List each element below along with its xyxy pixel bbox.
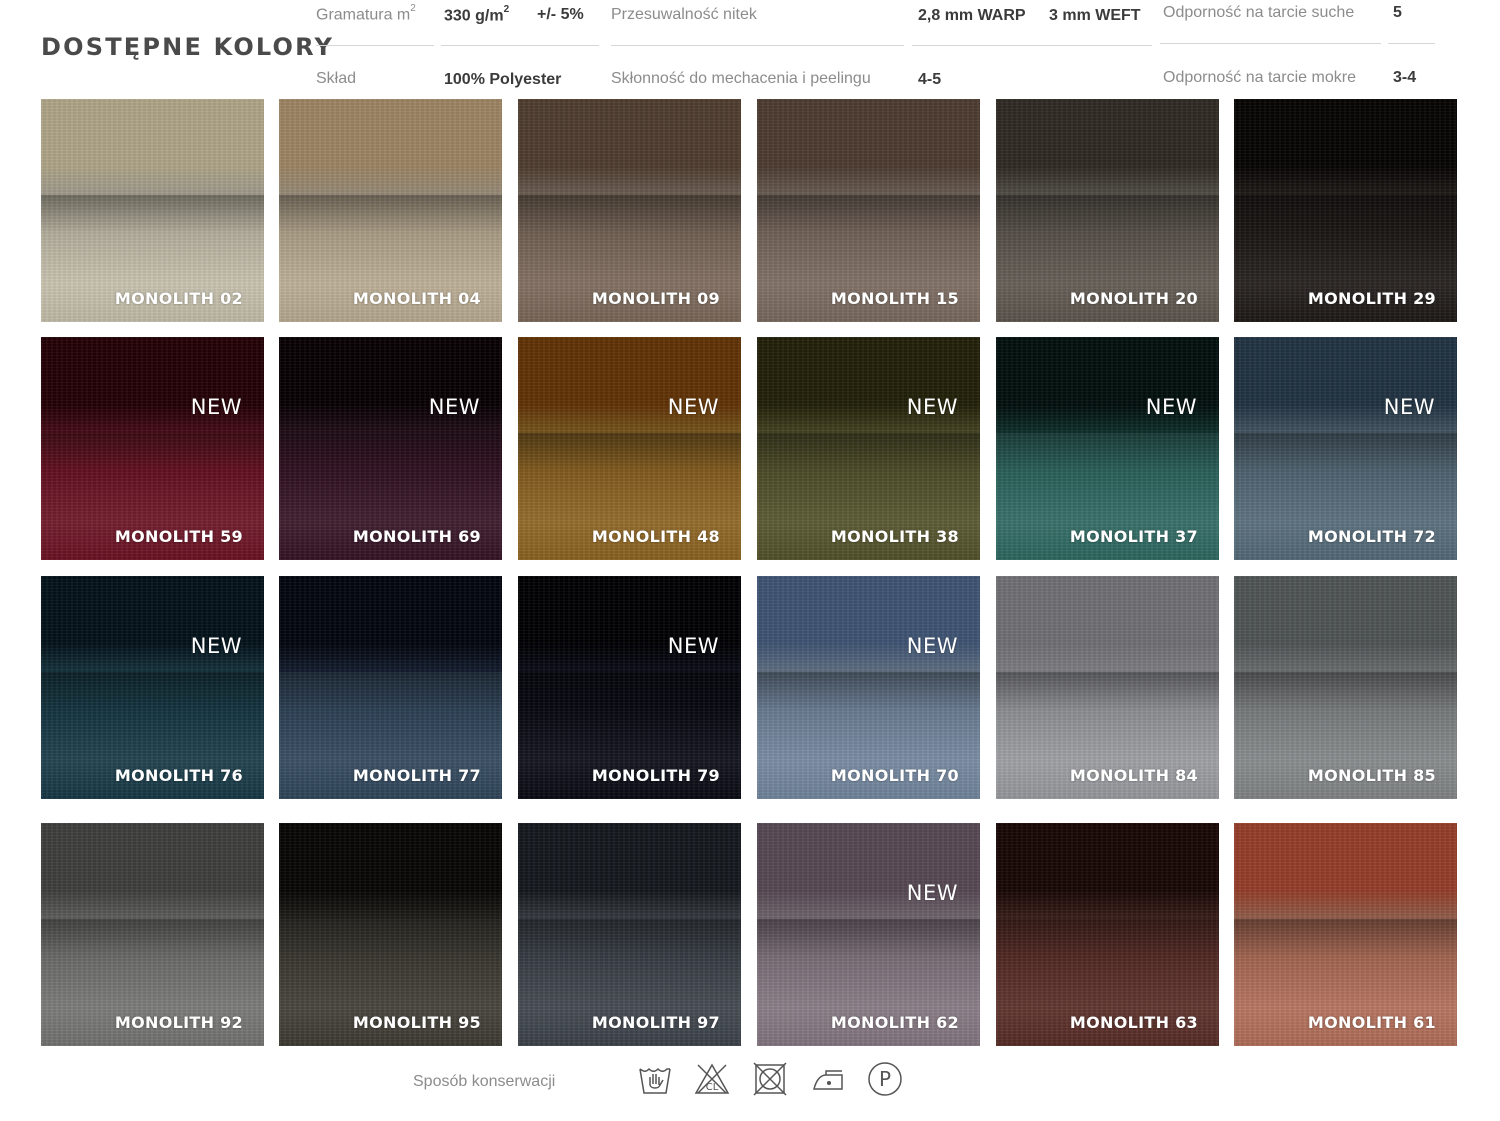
new-badge: NEW <box>906 881 958 905</box>
spec-divider <box>316 45 434 46</box>
svg-text:P: P <box>879 1067 891 1091</box>
color-swatch: MONOLITH 04 <box>279 99 502 322</box>
color-swatch: NEW MONOLITH 62 <box>757 823 980 1046</box>
spec-przesuwalnosc-label: Przesuwalność nitek <box>611 6 757 23</box>
new-badge: NEW <box>906 395 958 419</box>
color-swatch: NEW MONOLITH 70 <box>757 576 980 799</box>
color-swatch: MONOLITH 92 <box>41 823 264 1046</box>
swatch-name: MONOLITH 04 <box>352 289 481 308</box>
page-title: DOSTĘPNE KOLORY <box>41 33 335 61</box>
swatch-name: MONOLITH 63 <box>1069 1013 1198 1032</box>
color-swatch: MONOLITH 84 <box>996 576 1219 799</box>
spec-divider <box>1388 43 1435 44</box>
spec-divider <box>611 45 904 46</box>
swatch-name: MONOLITH 79 <box>591 766 720 785</box>
new-badge: NEW <box>1145 395 1197 419</box>
spec-sklad-label: Skład <box>316 70 357 87</box>
color-swatch: NEW MONOLITH 38 <box>757 337 980 560</box>
swatch-name: MONOLITH 38 <box>830 527 959 546</box>
color-swatch: MONOLITH 77 <box>279 576 502 799</box>
spec-tarcie-mokre-label: Odporność na tarcie mokre <box>1163 69 1356 86</box>
color-swatch: MONOLITH 61 <box>1234 823 1457 1046</box>
swatch-name: MONOLITH 48 <box>591 527 720 546</box>
swatch-name: MONOLITH 72 <box>1307 527 1436 546</box>
color-swatch: MONOLITH 63 <box>996 823 1219 1046</box>
color-swatch: MONOLITH 09 <box>518 99 741 322</box>
new-badge: NEW <box>190 634 242 658</box>
swatch-name: MONOLITH 77 <box>352 766 481 785</box>
spec-divider <box>441 45 599 46</box>
color-swatch: NEW MONOLITH 37 <box>996 337 1219 560</box>
new-badge: NEW <box>667 395 719 419</box>
spec-tarcie-suche-value: 5 <box>1393 4 1402 21</box>
new-badge: NEW <box>428 395 480 419</box>
swatch-name: MONOLITH 69 <box>352 527 481 546</box>
new-badge: NEW <box>190 395 242 419</box>
dry-clean-p-icon: P <box>867 1061 903 1097</box>
color-swatch: NEW MONOLITH 76 <box>41 576 264 799</box>
color-swatch: MONOLITH 20 <box>996 99 1219 322</box>
swatch-name: MONOLITH 70 <box>830 766 959 785</box>
spec-mechacenie-value: 4-5 <box>918 71 942 88</box>
color-swatch: MONOLITH 02 <box>41 99 264 322</box>
care-label: Sposób konserwacji <box>413 1073 556 1090</box>
spec-gramatura-tolerance: +/- 5% <box>537 6 584 23</box>
new-badge: NEW <box>667 634 719 658</box>
color-swatch: MONOLITH 95 <box>279 823 502 1046</box>
spec-sklad-value: 100% Polyester <box>444 71 562 88</box>
color-swatch: MONOLITH 97 <box>518 823 741 1046</box>
swatch-name: MONOLITH 92 <box>114 1013 243 1032</box>
swatch-name: MONOLITH 76 <box>114 766 243 785</box>
swatch-name: MONOLITH 37 <box>1069 527 1198 546</box>
swatch-name: MONOLITH 59 <box>114 527 243 546</box>
no-tumble-dry-icon <box>752 1061 788 1097</box>
iron-low-icon <box>810 1061 846 1097</box>
color-swatch: MONOLITH 85 <box>1234 576 1457 799</box>
spec-tarcie-suche-label: Odporność na tarcie suche <box>1163 4 1355 21</box>
color-swatch: NEW MONOLITH 79 <box>518 576 741 799</box>
swatch-name: MONOLITH 62 <box>830 1013 959 1032</box>
spec-gramatura-value: 330 g/m2 <box>444 4 510 25</box>
swatch-name: MONOLITH 95 <box>352 1013 481 1032</box>
no-chlorine-bleach-icon: CL <box>694 1061 730 1097</box>
spec-divider <box>912 45 1152 46</box>
svg-text:CL: CL <box>706 1082 719 1093</box>
swatch-name: MONOLITH 09 <box>591 289 720 308</box>
spec-gramatura-label: Gramatura m2 <box>316 3 416 24</box>
swatch-name: MONOLITH 20 <box>1069 289 1198 308</box>
spec-divider <box>1160 43 1381 44</box>
spec-warp-value: 2,8 mm WARP <box>918 7 1026 24</box>
color-swatch: NEW MONOLITH 72 <box>1234 337 1457 560</box>
spec-tarcie-mokre-value: 3-4 <box>1393 69 1417 86</box>
hand-wash-icon <box>637 1061 673 1097</box>
new-badge: NEW <box>906 634 958 658</box>
color-swatch: MONOLITH 15 <box>757 99 980 322</box>
spec-mechacenie-label: Skłonność do mechacenia i peelingu <box>611 70 871 87</box>
color-swatch: NEW MONOLITH 48 <box>518 337 741 560</box>
swatch-name: MONOLITH 85 <box>1307 766 1436 785</box>
swatch-name: MONOLITH 84 <box>1069 766 1198 785</box>
swatch-name: MONOLITH 61 <box>1307 1013 1436 1032</box>
swatch-name: MONOLITH 29 <box>1307 289 1436 308</box>
spec-weft-value: 3 mm WEFT <box>1049 7 1141 24</box>
color-swatch: MONOLITH 29 <box>1234 99 1457 322</box>
swatch-name: MONOLITH 02 <box>114 289 243 308</box>
color-swatch: NEW MONOLITH 69 <box>279 337 502 560</box>
new-badge: NEW <box>1383 395 1435 419</box>
swatch-name: MONOLITH 97 <box>591 1013 720 1032</box>
color-swatch: NEW MONOLITH 59 <box>41 337 264 560</box>
swatch-name: MONOLITH 15 <box>830 289 959 308</box>
